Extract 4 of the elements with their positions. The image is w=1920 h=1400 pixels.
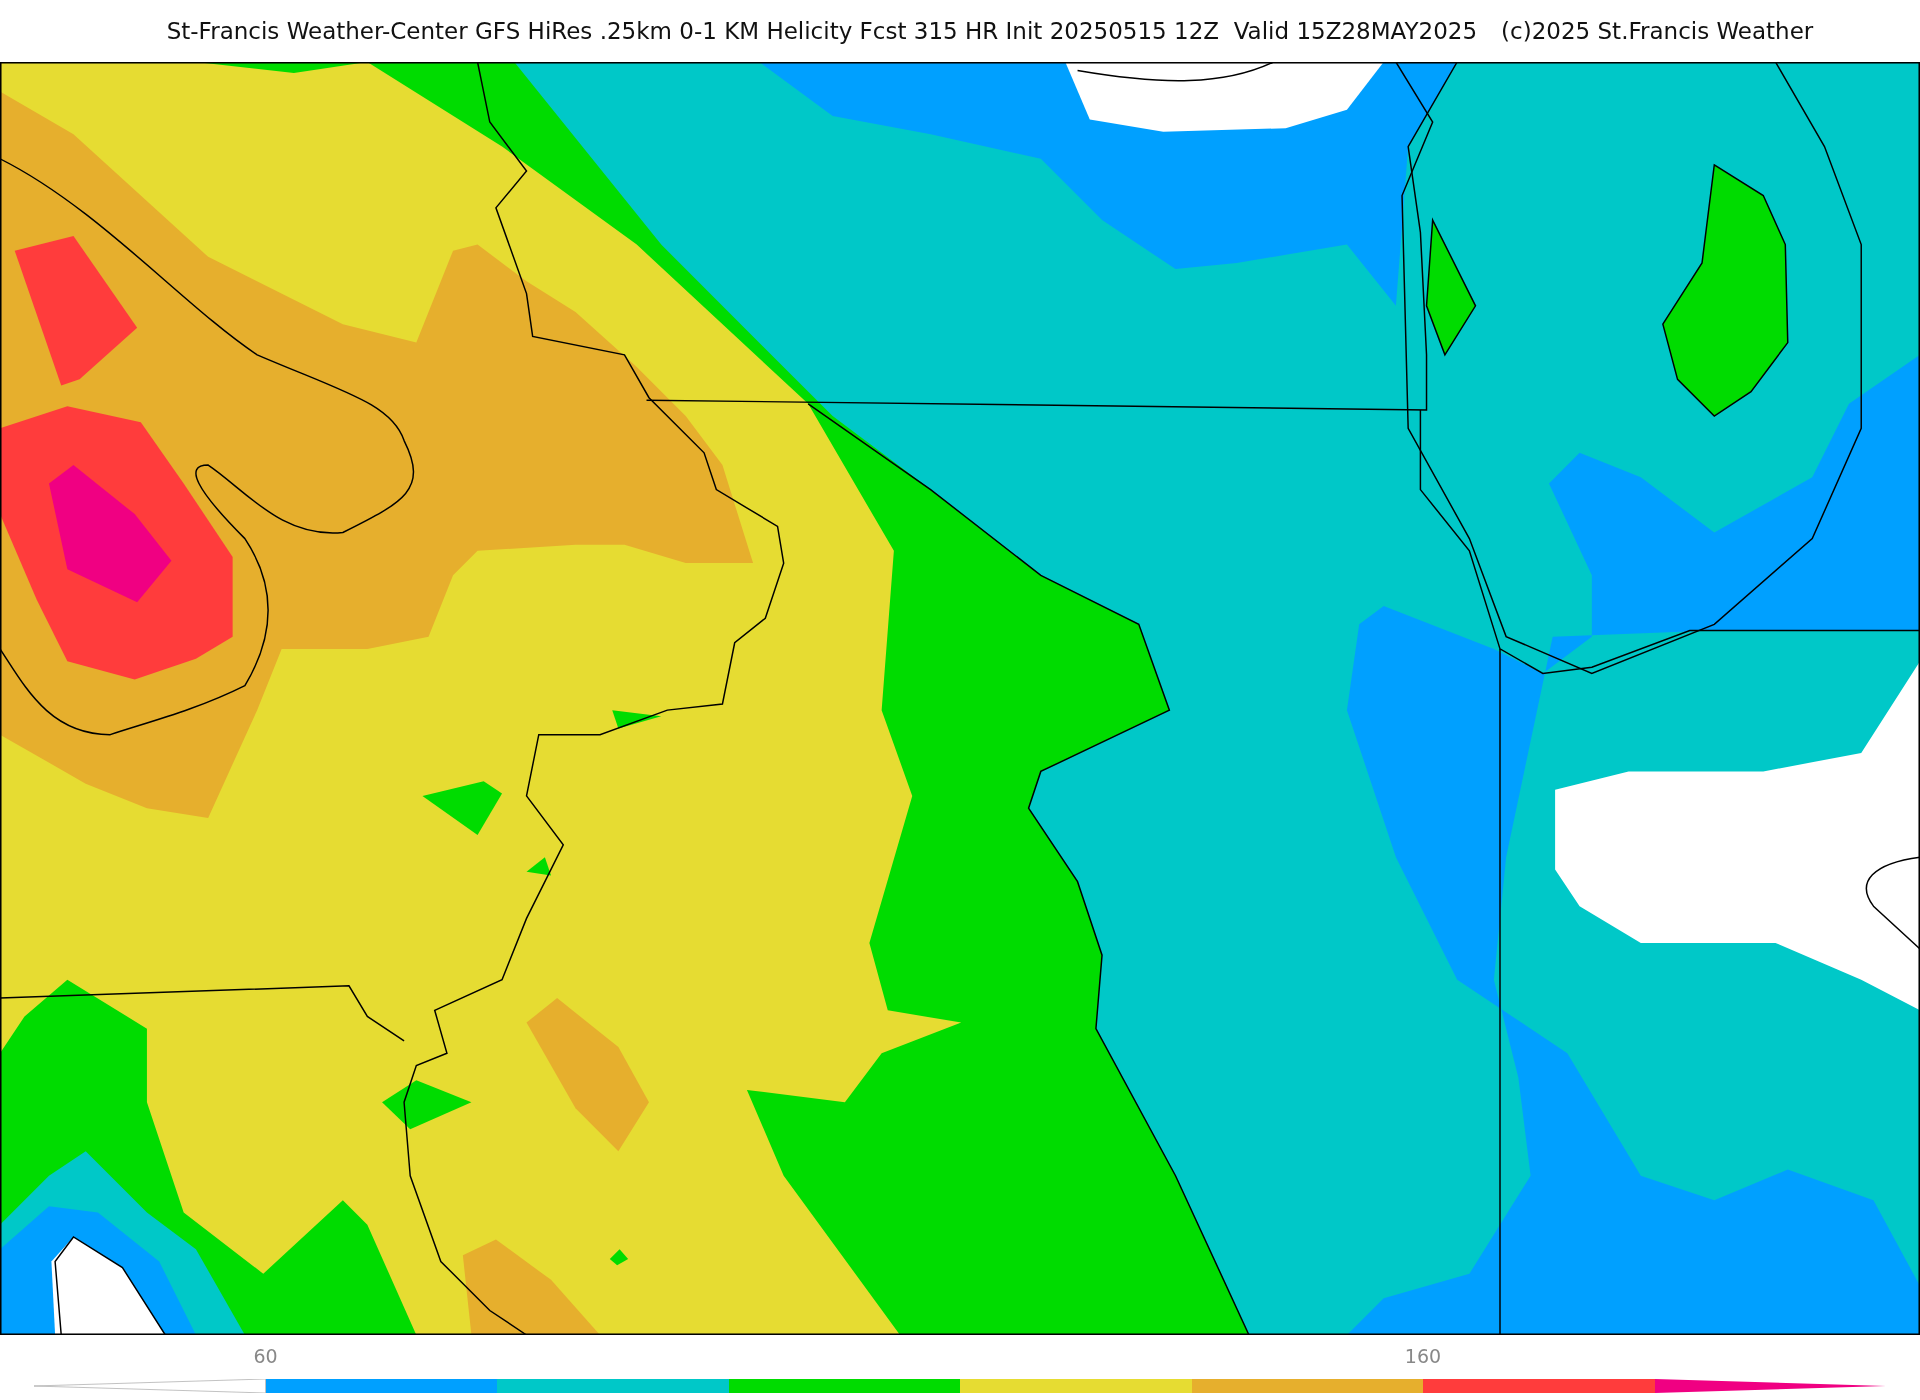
copyright-text: (c)2025 St.Francis Weather bbox=[1501, 18, 1814, 44]
map-title: St-Francis Weather-Center GFS HiRes .25km 0-1 KM Helicity Fcst 315 HR Init 20250515 12Z Valid 15Z28MAY2025 bbox=[166, 18, 1478, 44]
scale-tick-label: 60 bbox=[253, 1345, 278, 1367]
scale-tick-label: 160 bbox=[1404, 1345, 1442, 1367]
